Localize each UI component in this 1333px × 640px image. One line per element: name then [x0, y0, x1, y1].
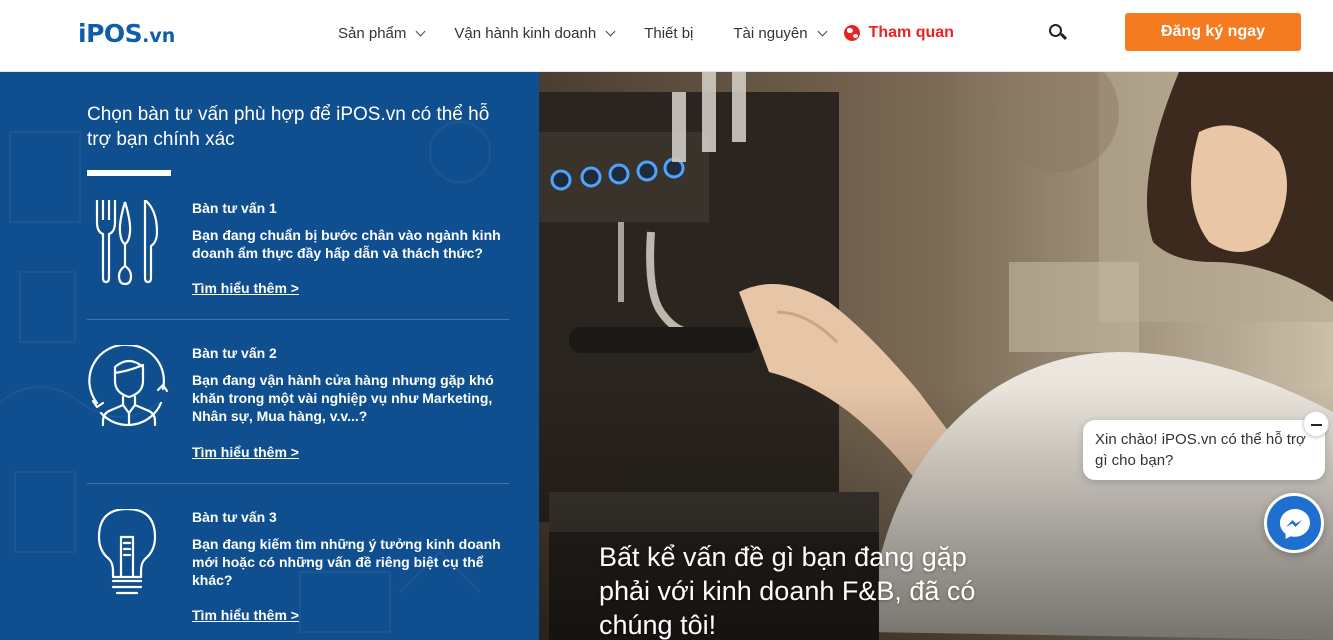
advisor-label: Bàn tư vấn 1 [192, 200, 277, 216]
nav-label: Vận hành kinh doanh [454, 24, 597, 42]
advisor-card-1: Bàn tư vấn 1 Bạn đang chuẩn bị bước chân… [87, 200, 509, 320]
nav-item-devices[interactable]: Thiết bị [644, 25, 693, 42]
advisor-label: Bàn tư vấn 3 [192, 509, 277, 525]
hero-headline: Bất kể vấn đề gì bạn đang gặp phải với k… [599, 542, 976, 640]
nav-item-products[interactable]: Sản phẩm [338, 24, 426, 42]
title-underline [87, 170, 171, 176]
panel-title: Chọn bàn tư vấn phù hợp để iPOS.vn có th… [87, 104, 490, 150]
lightbulb-icon [97, 509, 157, 595]
utensils-icon [95, 200, 159, 286]
ipos-logo[interactable]: iPOS.vn [78, 19, 175, 51]
advisor-label: Bàn tư vấn 2 [192, 345, 277, 361]
divider [87, 319, 509, 320]
minimize-icon[interactable] [1303, 411, 1329, 437]
learn-more-link[interactable]: Tìm hiểu thêm > [192, 444, 299, 460]
advisor-card-3: Bàn tư vấn 3 Bạn đang kiếm tìm những ý t… [87, 509, 509, 639]
chevron-down-icon [605, 26, 616, 36]
top-header: iPOS.vn Sản phẩm Vận hành kinh doanh Thi… [0, 0, 1333, 72]
hero-image: Bất kể vấn đề gì bạn đang gặp phải với k… [539, 72, 1333, 640]
messenger-icon[interactable] [1264, 493, 1324, 553]
advisor-panel: Chọn bàn tư vấn phù hợp để iPOS.vn có th… [0, 72, 539, 640]
globe-icon [843, 25, 860, 41]
chevron-down-icon [817, 26, 828, 36]
nav-label: Tài nguyên [733, 24, 808, 42]
chat-greeting-bubble[interactable]: Xin chào! iPOS.vn có thể hỗ trợ gì cho b… [1083, 420, 1325, 480]
nav-item-business-operations[interactable]: Vận hành kinh doanh [454, 24, 616, 42]
learn-more-link[interactable]: Tìm hiểu thêm > [192, 607, 299, 623]
nav-item-resources[interactable]: Tài nguyên [733, 24, 828, 42]
nav-label: Thiết bị [644, 24, 694, 42]
learn-more-link[interactable]: Tìm hiểu thêm > [192, 280, 299, 296]
person-icon [88, 345, 169, 427]
signup-button[interactable]: Đăng ký ngay [1125, 13, 1301, 51]
advisor-description: Bạn đang vận hành cửa hàng nhưng gặp khó… [192, 372, 494, 424]
advisor-card-2: Bàn tư vấn 2 Bạn đang vận hành cửa hàng … [87, 345, 509, 485]
nav-label: Sản phẩm [338, 24, 407, 42]
main-nav: Sản phẩm Vận hành kinh doanh Thiết bị Tà… [338, 22, 954, 44]
nav-item-tour[interactable]: Tham quan [843, 24, 954, 42]
search-icon[interactable] [1049, 24, 1067, 41]
divider [87, 483, 509, 484]
advisor-description: Bạn đang chuẩn bị bước chân vào ngành ki… [192, 227, 501, 261]
chevron-down-icon [415, 26, 426, 36]
nav-label: Tham quan [868, 24, 954, 41]
advisor-description: Bạn đang kiếm tìm những ý tưởng kinh doa… [192, 536, 501, 588]
